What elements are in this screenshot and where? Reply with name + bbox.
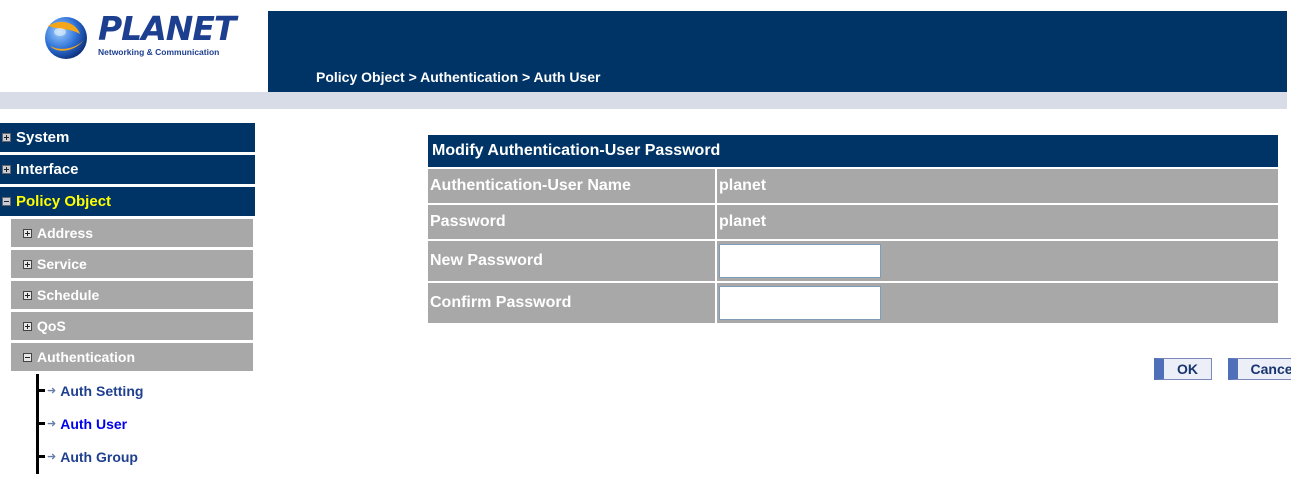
sidebar-item-address[interactable]: Address xyxy=(11,219,253,250)
sidebar: System Interface Policy Object Address S… xyxy=(0,123,256,474)
sidebar-item-label: Address xyxy=(37,225,94,241)
form-label: Password xyxy=(428,205,717,239)
form-row-new-password: New Password xyxy=(428,239,1278,281)
expand-icon xyxy=(23,290,32,300)
tree-branch xyxy=(36,455,45,458)
collapse-icon xyxy=(23,352,32,362)
form-row-user-name: Authentication-User Name planet xyxy=(428,167,1278,203)
form-value: planet xyxy=(719,213,767,230)
sidebar-item-label: Service xyxy=(37,256,87,272)
sidebar-item-label: Auth Setting xyxy=(60,382,144,399)
sidebar-item-label: Auth User xyxy=(60,415,128,432)
tree-branch xyxy=(36,422,45,425)
header-bar: Policy Object > Authentication > Auth Us… xyxy=(268,11,1287,92)
form-value: planet xyxy=(719,177,767,194)
cancel-button[interactable]: Cancel xyxy=(1228,358,1291,380)
sidebar-item-label: Authentication xyxy=(37,349,135,365)
planet-logo: PLANET Networking & Communication xyxy=(40,9,236,60)
form-row-confirm-password: Confirm Password xyxy=(428,281,1278,323)
breadcrumb: Policy Object > Authentication > Auth Us… xyxy=(316,69,601,85)
form-title: Modify Authentication-User Password xyxy=(428,135,1278,167)
sidebar-item-label: System xyxy=(16,129,70,146)
sidebar-item-schedule[interactable]: Schedule xyxy=(11,281,253,312)
form-label: Authentication-User Name xyxy=(428,169,717,203)
sidebar-item-label: Policy Object xyxy=(16,193,112,210)
expand-icon xyxy=(2,133,11,142)
arrow-right-icon: ➜ xyxy=(47,418,57,430)
sidebar-item-label: Schedule xyxy=(37,287,100,303)
globe-icon xyxy=(45,17,87,59)
sidebar-item-label: QoS xyxy=(37,318,66,334)
arrow-right-icon: ➜ xyxy=(47,451,57,463)
expand-icon xyxy=(23,259,32,269)
arrow-right-icon: ➜ xyxy=(47,385,57,397)
sidebar-item-policy-object[interactable]: Policy Object xyxy=(0,187,256,219)
sidebar-item-auth-setting[interactable]: ➜ Auth Setting xyxy=(36,374,256,407)
header-divider xyxy=(0,92,1287,109)
collapse-icon xyxy=(2,197,11,206)
form-label: Confirm Password xyxy=(428,283,717,323)
ok-button[interactable]: OK xyxy=(1154,358,1212,380)
expand-icon xyxy=(23,228,32,238)
form-label: New Password xyxy=(428,241,717,281)
modify-password-form: Modify Authentication-User Password Auth… xyxy=(428,135,1278,323)
sidebar-item-qos[interactable]: QoS xyxy=(11,312,253,343)
sidebar-item-label: Interface xyxy=(16,161,79,178)
expand-icon xyxy=(23,321,32,331)
logo-area: PLANET Networking & Communication xyxy=(0,0,268,92)
expand-icon xyxy=(2,165,11,174)
form-row-password: Password planet xyxy=(428,203,1278,239)
sidebar-item-auth-user[interactable]: ➜ Auth User xyxy=(36,407,256,440)
brand-tagline: Networking & Communication xyxy=(98,47,220,57)
new-password-input[interactable] xyxy=(719,244,881,278)
sidebar-item-system[interactable]: System xyxy=(0,123,256,155)
sidebar-item-label: Auth Group xyxy=(60,448,138,465)
sidebar-item-auth-group[interactable]: ➜ Auth Group xyxy=(36,440,256,473)
brand-name: PLANET xyxy=(98,9,236,48)
form-actions: OK Cancel xyxy=(1154,358,1291,380)
sidebar-item-interface[interactable]: Interface xyxy=(0,155,256,187)
form-value xyxy=(717,283,1278,323)
confirm-password-input[interactable] xyxy=(719,286,881,320)
auth-tree: ➜ Auth Setting ➜ Auth User ➜ Auth Group xyxy=(36,374,256,474)
sidebar-item-service[interactable]: Service xyxy=(11,250,253,281)
tree-branch xyxy=(36,389,45,392)
form-value xyxy=(717,241,1278,281)
sidebar-item-authentication[interactable]: Authentication xyxy=(11,343,253,374)
